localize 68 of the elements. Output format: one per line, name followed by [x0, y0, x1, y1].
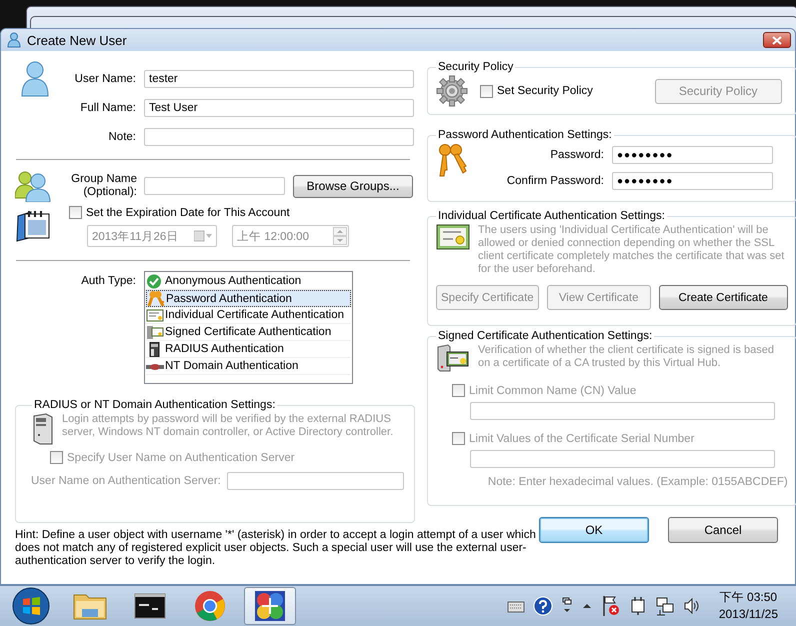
certificate-server-icon — [146, 324, 164, 340]
power-plug-icon[interactable] — [628, 596, 647, 616]
close-button[interactable] — [763, 32, 791, 48]
taskbar-app[interactable] — [244, 587, 296, 625]
checkbox[interactable] — [480, 84, 493, 98]
list-item[interactable]: Individual Certificate Authentication — [146, 307, 351, 324]
checkbox-label: Set the Expiration Date for This Account — [86, 206, 290, 218]
checkbox-label: Limit Common Name (CN) Value — [469, 384, 636, 396]
cancel-button[interactable]: Cancel — [668, 517, 778, 543]
group-box-title: RADIUS or NT Domain Authentication Settings: — [33, 399, 276, 411]
ok-button[interactable]: OK — [539, 517, 649, 543]
group-box-title: Password Authentication Settings: — [437, 129, 613, 141]
description-text: Login attempts by password will be verified by the external RADIUS server, Windows NT domain controller, or Active Directory controller. — [62, 413, 394, 439]
note-text: Note: Enter hexadecimal values. (Example: 0155ABCDEF) — [486, 476, 788, 488]
show-hidden-icons-icon[interactable] — [580, 601, 593, 611]
field-label: User Name on Authentication Server: — [31, 475, 221, 487]
text-field[interactable] — [144, 177, 285, 195]
list-item[interactable]: Signed Certificate Authentication — [146, 324, 351, 341]
field-label: Auth Type: — [80, 274, 136, 289]
password-field[interactable]: ●●●●●●●● — [612, 146, 773, 164]
field-label: Group Name (Optional): — [70, 173, 137, 199]
user-icon — [7, 32, 21, 48]
description-text: The users using 'Individual Certificate Authentication' will be allowed or denied connection depending on whether the SSL client certificate completely matches the certificate that was set for the user beforehand. — [478, 224, 786, 276]
calendar-dropdown-icon — [194, 230, 212, 242]
list-item[interactable]: RADIUS Authentication — [146, 341, 351, 358]
help-icon[interactable] — [532, 596, 553, 616]
password-field[interactable]: ●●●●●●●● — [612, 172, 773, 190]
speaker-icon[interactable] — [682, 598, 701, 614]
clock[interactable]: 下午 03:50 2013/11/25 — [718, 589, 778, 623]
calendar-icon — [15, 208, 51, 242]
network-icon[interactable] — [654, 596, 675, 616]
flag-icon[interactable] — [600, 595, 621, 617]
text-field[interactable] — [144, 128, 414, 146]
hint-text: Hint: Define a user object with username '*' (asterisk) in order to accept a login attempt of a user which does not match any of registered explicit user objects. Such a special user will use the external user-authentication server to verify the login. — [15, 529, 537, 568]
list-item[interactable]: NT Domain Authentication — [146, 358, 351, 375]
list-item[interactable]: Password Authentication — [146, 290, 351, 307]
gear-icon — [436, 75, 468, 107]
check-icon — [146, 274, 164, 288]
field-label: Full Name: — [79, 102, 136, 114]
checkbox-label: Limit Values of the Certificate Serial Number — [469, 432, 694, 444]
browse-button[interactable]: Browse Groups... — [293, 174, 413, 198]
browser-icon — [194, 590, 226, 622]
window-title: Create New User — [27, 32, 127, 48]
group-box-title: Signed Certificate Authentication Settings: — [437, 330, 654, 342]
certificate-server-icon — [436, 344, 470, 372]
windows-logo-icon — [11, 586, 51, 626]
group-box-title: Individual Certificate Authentication Settings: — [437, 210, 666, 222]
users-icon — [15, 170, 51, 202]
description-text: Verification of whether the client certificate is signed is based on a certificate of a CA trusted by this Virtual Hub. — [478, 344, 775, 370]
field-label: Confirm Password: — [506, 175, 604, 187]
keyboard-icon[interactable] — [506, 599, 525, 613]
checkbox-label: Set Security Policy — [497, 85, 593, 97]
terminal-icon — [134, 593, 166, 619]
server-icon — [32, 413, 54, 445]
spinner-icon — [333, 227, 347, 245]
checkbox-label: Specify User Name on Authentication Server — [67, 452, 295, 464]
network-app-icon — [254, 590, 286, 622]
field-label: User Name: — [74, 73, 136, 85]
group-box-title: Security Policy — [437, 61, 514, 73]
user-icon — [20, 61, 50, 97]
certificate-icon — [436, 224, 470, 250]
windows-icon[interactable] — [560, 597, 573, 615]
keys-icon — [147, 291, 165, 306]
close-icon — [772, 36, 782, 44]
text-field[interactable]: tester — [144, 70, 414, 88]
field-label: Password: — [549, 149, 604, 161]
text-field[interactable]: Test User — [144, 99, 414, 117]
field-label: Note: — [108, 131, 136, 143]
